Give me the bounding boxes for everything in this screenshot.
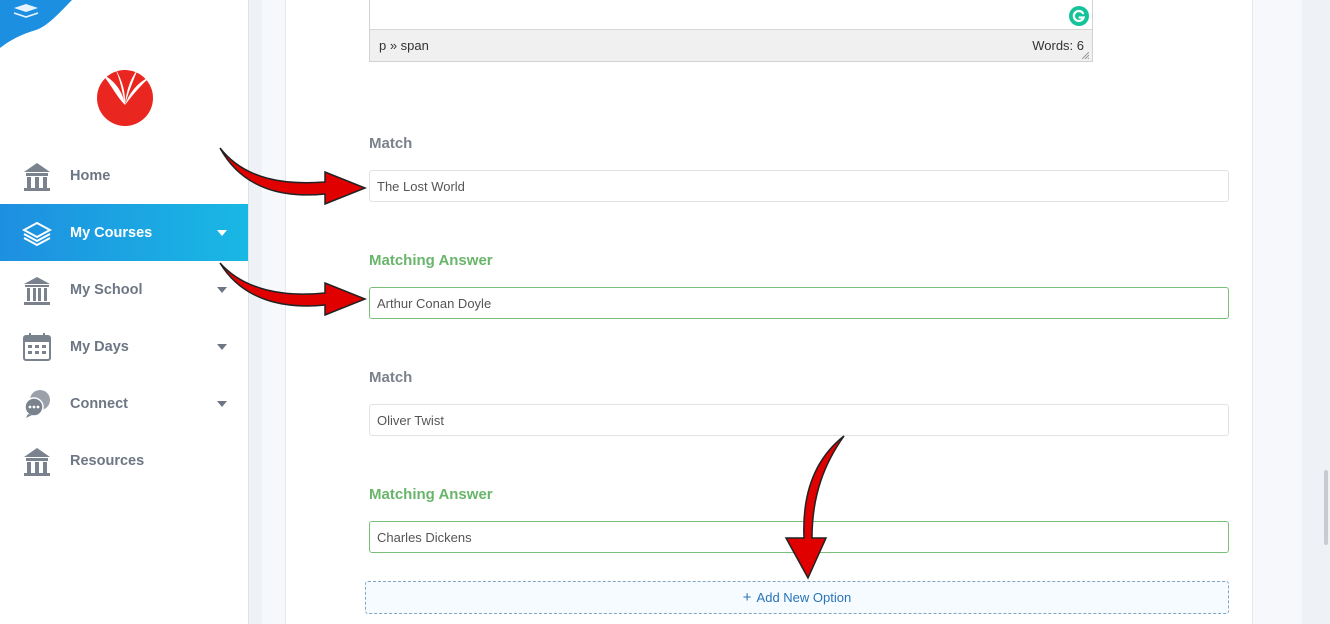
- annotation-arrow-icon: [784, 435, 845, 580]
- app-badge-icon[interactable]: [0, 0, 75, 50]
- matching-answer-label: Matching Answer: [369, 252, 493, 269]
- sidebar-item-label: My Days: [70, 338, 129, 355]
- editor-status-bar: p » span Words: 6: [370, 29, 1092, 61]
- calendar-icon: [23, 332, 51, 361]
- school-logo: [97, 67, 153, 126]
- chevron-down-icon[interactable]: [217, 229, 227, 236]
- add-new-option-button[interactable]: + Add New Option: [365, 581, 1229, 614]
- chevron-down-icon[interactable]: [217, 343, 227, 350]
- grammarly-icon[interactable]: [1069, 6, 1089, 26]
- sidebar-item-label: Resources: [70, 452, 145, 469]
- sidebar-item-label: Home: [70, 167, 111, 184]
- rich-text-editor[interactable]: p » span Words: 6: [369, 0, 1093, 62]
- sidebar-item-home[interactable]: Home: [0, 147, 248, 204]
- resize-grip-icon[interactable]: [1082, 52, 1089, 59]
- matching-answer-input[interactable]: [369, 287, 1229, 319]
- match-label: Match: [369, 369, 413, 386]
- plus-icon: +: [742, 589, 752, 606]
- sidebar-item-label: My Courses: [70, 224, 153, 241]
- sidebar-item-my-courses[interactable]: My Courses: [0, 204, 248, 261]
- sidebar-item-label: My School: [70, 281, 143, 298]
- resources-building-icon: [24, 447, 50, 476]
- home-icon: [24, 162, 50, 191]
- matching-answer-label: Matching Answer: [369, 486, 493, 503]
- add-new-option-label: Add New Option: [756, 590, 852, 605]
- sidebar-item-connect[interactable]: Connect: [0, 375, 248, 432]
- school-building-icon: [24, 276, 50, 305]
- sidebar: Home My Courses My School My Days Connec…: [0, 0, 249, 624]
- annotation-arrow-icon: [219, 147, 368, 206]
- courses-stack-icon: [22, 221, 52, 246]
- sidebar-item-my-days[interactable]: My Days: [0, 318, 248, 375]
- match-input[interactable]: [369, 170, 1229, 202]
- match-label: Match: [369, 135, 413, 152]
- word-count: Words: 6: [1032, 38, 1084, 53]
- sidebar-item-my-school[interactable]: My School: [0, 261, 248, 318]
- sidebar-item-label: Connect: [70, 395, 128, 412]
- element-path[interactable]: p » span: [379, 38, 429, 53]
- sidebar-nav: Home My Courses My School My Days Connec…: [0, 147, 248, 489]
- chevron-down-icon[interactable]: [217, 400, 227, 407]
- annotation-arrow-icon: [219, 262, 368, 317]
- chat-bubbles-icon: [24, 389, 50, 418]
- sidebar-item-resources[interactable]: Resources: [0, 432, 248, 489]
- scrollbar-thumb[interactable]: [1324, 470, 1328, 545]
